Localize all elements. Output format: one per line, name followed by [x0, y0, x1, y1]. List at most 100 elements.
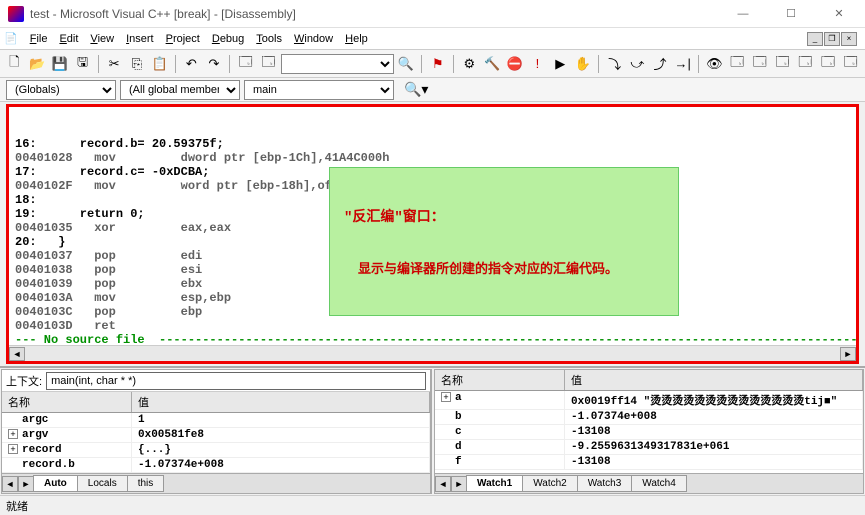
toolbar: 🗋 📂 💾 🖫 ✂ ⎘ 📋 ↶ ↷ 🗔 🗔 🔍 ⚑ ⚙ 🔨 ⛔ ! ▶ ✋ ⤵ …: [0, 50, 865, 78]
build-button[interactable]: 🔨: [482, 53, 503, 75]
compile-button[interactable]: ⚙: [459, 53, 480, 75]
members-combo[interactable]: (All global members: [120, 80, 240, 100]
variables-pane: 上下文: 名称 值 argc1+argv0x00581fe8+record{..…: [1, 369, 432, 494]
table-row[interactable]: +record{...}: [2, 443, 430, 458]
disasm-line[interactable]: 00401028 mov dword ptr [ebp-1Ch],41A4C00…: [15, 151, 850, 165]
function-combo[interactable]: main: [244, 80, 394, 100]
step-over-button[interactable]: ⤻: [627, 53, 648, 75]
col-value: 值: [132, 392, 430, 412]
menu-file[interactable]: File: [24, 31, 54, 47]
tab-scroll-left[interactable]: ◄: [2, 476, 18, 492]
disasm-line[interactable]: 16: record.b= 20.59375f;: [15, 137, 850, 151]
cut-button[interactable]: ✂: [104, 53, 125, 75]
mdi-close[interactable]: ×: [841, 32, 857, 46]
tab-auto[interactable]: Auto: [33, 475, 78, 492]
table-row[interactable]: c-13108: [435, 425, 863, 440]
scroll-left[interactable]: ◄: [9, 347, 25, 361]
breakpoint-button[interactable]: ✋: [573, 53, 594, 75]
tab-scroll-right[interactable]: ►: [451, 476, 467, 492]
watch-tabs: ◄ ► Watch1Watch2Watch3Watch4: [435, 473, 863, 493]
undo-button[interactable]: ↶: [181, 53, 202, 75]
find-combo[interactable]: [281, 54, 394, 74]
table-row[interactable]: +argv0x00581fe8: [2, 428, 430, 443]
mdi-restore[interactable]: ❐: [824, 32, 840, 46]
paste-button[interactable]: 📋: [149, 53, 170, 75]
tab-locals[interactable]: Locals: [77, 475, 128, 492]
tab-watch4[interactable]: Watch4: [631, 475, 687, 492]
go-debug-button[interactable]: ▶: [550, 53, 571, 75]
disasm-line[interactable]: 0040103D ret: [15, 319, 850, 333]
mdi-minimize[interactable]: _: [807, 32, 823, 46]
save-all-button[interactable]: 🖫: [72, 53, 93, 75]
vars-tabs: ◄ ► AutoLocalsthis: [2, 473, 430, 493]
go-button[interactable]: ⚑: [427, 53, 448, 75]
disassembly-content[interactable]: 16: record.b= 20.59375f;00401028 mov dwo…: [9, 107, 856, 345]
maximize-button[interactable]: ☐: [773, 0, 809, 28]
selector-bar: (Globals) (All global members main 🔍▾: [0, 78, 865, 102]
step-out-button[interactable]: ⤴: [650, 53, 671, 75]
scope-combo[interactable]: (Globals): [6, 80, 116, 100]
menu-project[interactable]: Project: [160, 31, 206, 47]
stop-build-button[interactable]: ⛔: [504, 53, 525, 75]
expand-icon[interactable]: +: [441, 392, 451, 402]
menu-tools[interactable]: Tools: [250, 31, 288, 47]
tab-this[interactable]: this: [127, 475, 165, 492]
col-value: 值: [565, 370, 863, 390]
new-file-button[interactable]: 🗋: [4, 53, 25, 75]
disasm-hscroll[interactable]: ◄ ►: [9, 345, 856, 361]
table-row[interactable]: argc1: [2, 413, 430, 428]
memory-button[interactable]: 🗔: [795, 53, 816, 75]
copy-button[interactable]: ⎘: [127, 53, 148, 75]
variables-button[interactable]: 🗔: [749, 53, 770, 75]
col-name: 名称: [2, 392, 132, 412]
menu-window[interactable]: Window: [288, 31, 339, 47]
table-row[interactable]: b-1.07374e+008: [435, 410, 863, 425]
execute-button[interactable]: !: [527, 53, 548, 75]
titlebar: test - Microsoft Visual C++ [break] - [D…: [0, 0, 865, 28]
output-button[interactable]: 🗔: [258, 53, 279, 75]
callstack-button[interactable]: 🗔: [818, 53, 839, 75]
watch-pane: 名称 值 +a0x0019ff14 "烫烫烫烫烫烫烫烫烫烫烫烫烫烫tij■"b-…: [434, 369, 864, 494]
quickwatch-button[interactable]: 👁: [704, 53, 725, 75]
find-button[interactable]: 🔍: [396, 53, 417, 75]
window-controls: — ☐ ✕: [725, 0, 857, 28]
context-combo[interactable]: [46, 372, 426, 390]
scroll-right[interactable]: ►: [840, 347, 856, 361]
menu-insert[interactable]: Insert: [120, 31, 160, 47]
workspace-button[interactable]: 🗔: [235, 53, 256, 75]
disassembly-button[interactable]: 🗔: [840, 53, 861, 75]
tab-scroll-right[interactable]: ►: [18, 476, 34, 492]
disassembly-pane: 16: record.b= 20.59375f;00401028 mov dwo…: [6, 104, 859, 364]
tab-watch1[interactable]: Watch1: [466, 475, 523, 492]
save-button[interactable]: 💾: [49, 53, 70, 75]
table-row[interactable]: +a0x0019ff14 "烫烫烫烫烫烫烫烫烫烫烫烫烫烫tij■": [435, 391, 863, 410]
expand-icon[interactable]: +: [8, 444, 18, 454]
tab-watch2[interactable]: Watch2: [522, 475, 578, 492]
step-into-button[interactable]: ⤵: [604, 53, 625, 75]
menu-help[interactable]: Help: [339, 31, 374, 47]
wizard-icon[interactable]: 🔍▾: [404, 81, 428, 98]
vars-grid[interactable]: argc1+argv0x00581fe8+record{...}record.b…: [2, 413, 430, 473]
menu-edit[interactable]: Edit: [53, 31, 84, 47]
redo-button[interactable]: ↷: [204, 53, 225, 75]
table-row[interactable]: record.b-1.07374e+008: [2, 458, 430, 473]
open-button[interactable]: 📂: [27, 53, 48, 75]
run-to-cursor-button[interactable]: →|: [672, 53, 693, 75]
disasm-line[interactable]: --- No source file ---------------------…: [15, 333, 850, 345]
close-button[interactable]: ✕: [821, 0, 857, 28]
registers-button[interactable]: 🗔: [772, 53, 793, 75]
table-row[interactable]: d-9.2559631349317831e+061: [435, 440, 863, 455]
mdi-controls: _ ❐ ×: [807, 32, 861, 46]
expand-icon[interactable]: +: [8, 429, 18, 439]
menu-debug[interactable]: Debug: [206, 31, 250, 47]
tab-watch3[interactable]: Watch3: [577, 475, 633, 492]
watch-button[interactable]: 🗔: [727, 53, 748, 75]
bottom-panes: 上下文: 名称 值 argc1+argv0x00581fe8+record{..…: [0, 366, 865, 495]
menu-view[interactable]: View: [84, 31, 120, 47]
context-label: 上下文:: [6, 373, 42, 389]
watch-grid[interactable]: +a0x0019ff14 "烫烫烫烫烫烫烫烫烫烫烫烫烫烫tij■"b-1.073…: [435, 391, 863, 473]
table-row[interactable]: f-13108: [435, 455, 863, 470]
minimize-button[interactable]: —: [725, 0, 761, 28]
tab-scroll-left[interactable]: ◄: [435, 476, 451, 492]
app-icon: [8, 6, 24, 22]
